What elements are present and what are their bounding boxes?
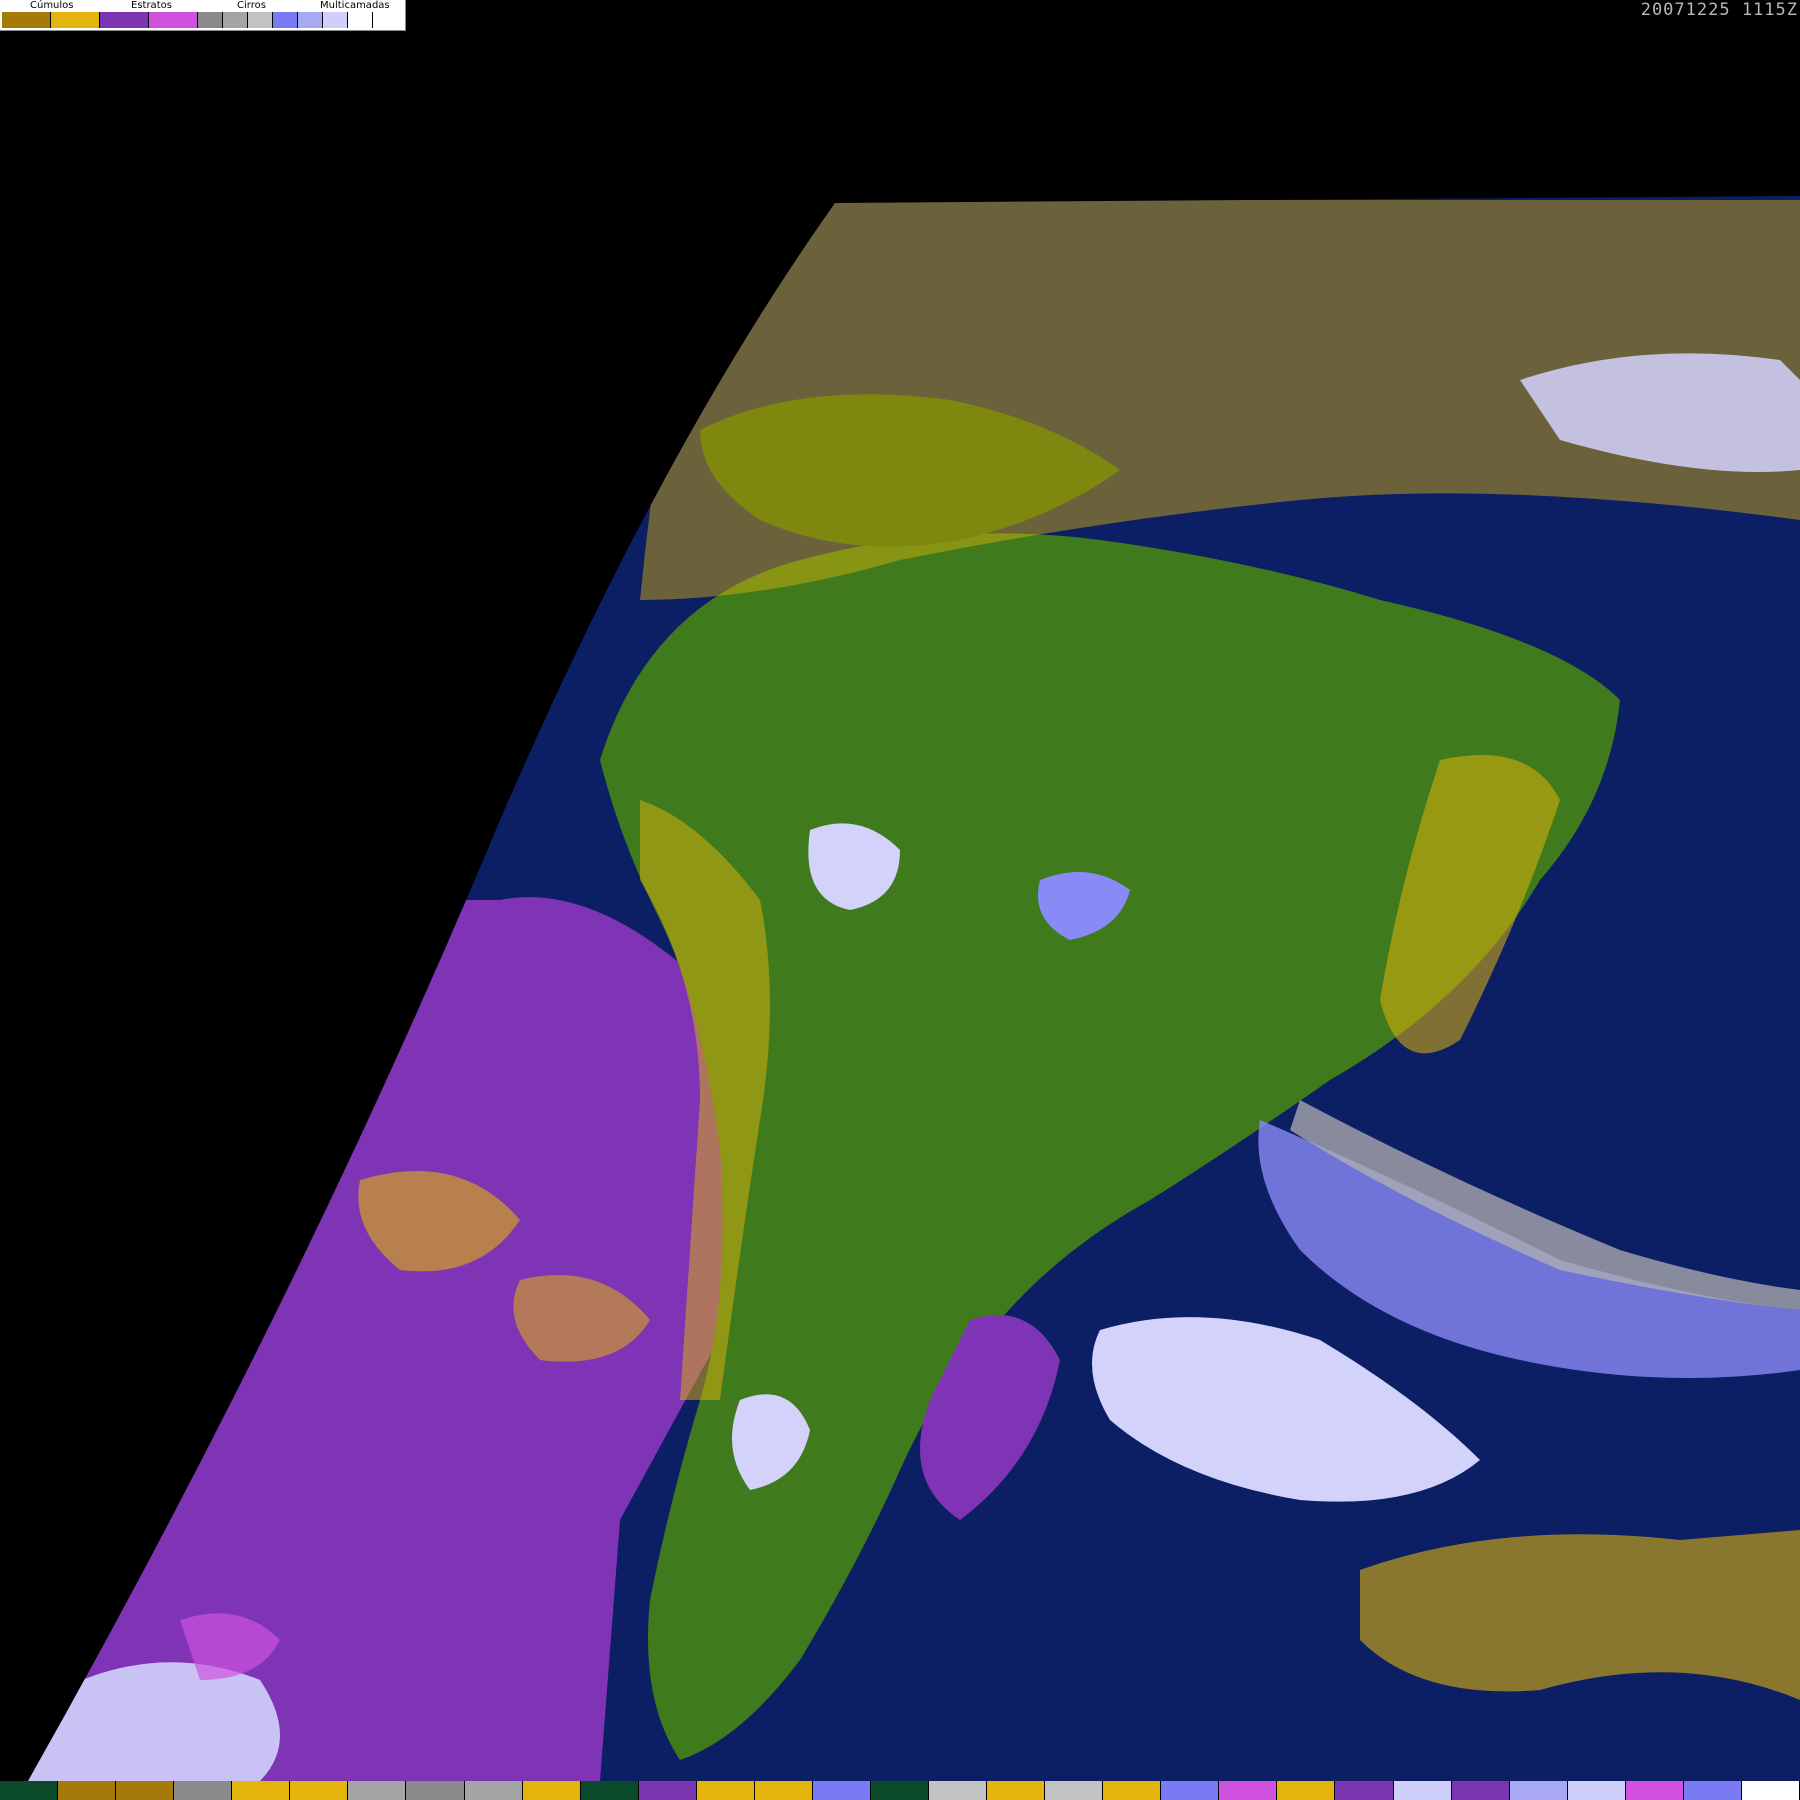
strip-cell <box>1393 1781 1452 1800</box>
strip-cell <box>1741 1781 1800 1800</box>
strip-cell <box>1045 1781 1104 1800</box>
southern-ocean-cumulus <box>1360 1530 1800 1700</box>
strip-cell <box>464 1781 523 1800</box>
cloud-type-legend: Cúmulos Estratos Cirros Multicamadas <box>0 0 406 31</box>
legend-swatch <box>348 12 373 28</box>
strip-cell <box>638 1781 697 1800</box>
legend-swatch <box>223 12 248 28</box>
strip-cell <box>870 1781 929 1800</box>
strip-cell <box>812 1781 871 1800</box>
strip-cell <box>1509 1781 1568 1800</box>
strip-cell <box>580 1781 639 1800</box>
strip-cell <box>1335 1781 1394 1800</box>
legend-swatch <box>198 12 223 28</box>
legend-label-cirrus: Cirros <box>237 0 266 11</box>
strip-cell <box>0 1781 59 1800</box>
strip-cell <box>1683 1781 1742 1800</box>
strip-cell <box>1567 1781 1626 1800</box>
strip-cell <box>1277 1781 1336 1800</box>
strip-cell <box>1625 1781 1684 1800</box>
legend-label-stratus: Estratos <box>131 0 172 11</box>
strip-cell <box>987 1781 1046 1800</box>
satellite-cloud-map <box>28 196 1800 1781</box>
strip-cell <box>696 1781 755 1800</box>
legend-swatch <box>149 12 198 28</box>
legend-label-cumulus: Cúmulos <box>30 0 74 11</box>
bottom-color-strip <box>0 1781 1800 1800</box>
legend-swatch <box>273 12 298 28</box>
strip-cell <box>522 1781 581 1800</box>
legend-swatch <box>51 12 100 28</box>
strip-cell <box>1219 1781 1278 1800</box>
strip-cell <box>1451 1781 1510 1800</box>
strip-cell <box>232 1781 291 1800</box>
strip-cell <box>1161 1781 1220 1800</box>
legend-swatches <box>2 12 373 28</box>
legend-swatch <box>248 12 273 28</box>
legend-swatch <box>323 12 348 28</box>
strip-cell <box>754 1781 813 1800</box>
strip-cell <box>406 1781 465 1800</box>
legend-label-multilayer: Multicamadas <box>320 0 390 11</box>
southwest-multilayer <box>28 1662 280 1781</box>
strip-cell <box>348 1781 407 1800</box>
legend-swatch <box>2 12 51 28</box>
legend-swatch <box>298 12 323 28</box>
strip-cell <box>174 1781 233 1800</box>
strip-cell <box>58 1781 117 1800</box>
strip-cell <box>1103 1781 1162 1800</box>
strip-cell <box>290 1781 349 1800</box>
strip-cell <box>116 1781 175 1800</box>
strip-cell <box>929 1781 988 1800</box>
timestamp-label: 20071225 1115Z <box>1640 0 1798 20</box>
earth-disk <box>28 196 1800 1781</box>
legend-swatch <box>100 12 149 28</box>
